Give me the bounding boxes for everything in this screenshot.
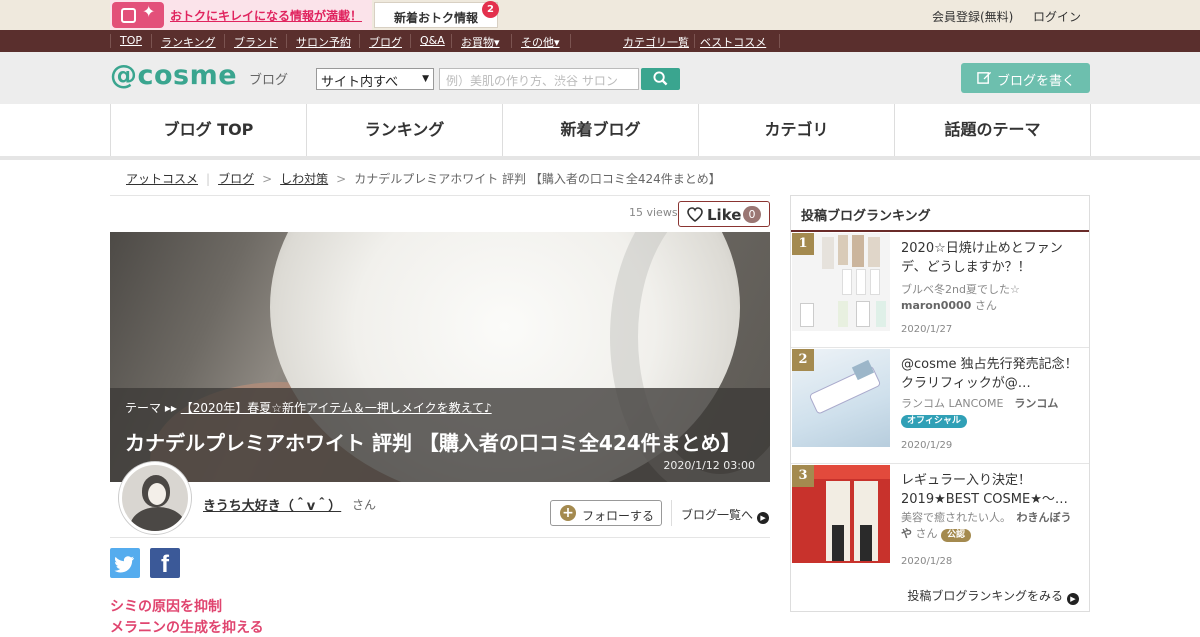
ranking-thumbnail[interactable]: 1: [792, 233, 890, 331]
ranking-thumbnail[interactable]: 3: [792, 465, 890, 563]
ranking-item[interactable]: 2 @cosme 独占先行発売記念！クラリフィックが@… ランコム LANCOM…: [791, 348, 1089, 464]
body-text: メラニンの生成を抑える: [110, 620, 264, 636]
blog-list-link[interactable]: ブログ一覧へ ▶: [681, 506, 770, 524]
global-nav: TOP ランキング ブランド サロン予約 ブログ Q&A お買物▾ その他▾ カ…: [0, 30, 1200, 52]
tab-new-blogs[interactable]: 新着ブログ: [503, 104, 699, 156]
follow-label: フォローする: [582, 509, 655, 523]
nav-category-list[interactable]: カテゴリ一覧: [623, 34, 689, 50]
logo-subtitle: ブログ: [249, 73, 289, 88]
ranking-item[interactable]: 3 レギュラー入り決定！2019★BEST COSME★～… 美容で癒されたい人…: [791, 464, 1089, 580]
official-badge: オフィシャル: [901, 415, 967, 428]
nav-other[interactable]: その他▾: [521, 34, 560, 50]
register-link[interactable]: 会員登録(無料): [932, 8, 1013, 25]
ranking-thumbnail[interactable]: 2: [792, 349, 890, 447]
breadcrumb-category[interactable]: しわ対策: [280, 172, 328, 186]
ranking-item-date: 2020/1/27: [901, 324, 953, 335]
tab-blog-top[interactable]: ブログ TOP: [111, 104, 307, 156]
notification-badge: 2: [482, 1, 499, 18]
promo-link[interactable]: おトクにキレイになる情報が満載！: [170, 7, 362, 24]
theme-label: テーマ: [125, 401, 162, 415]
ranking-item-author: 美容で癒されたい人。 わきんぼうや さん 公認: [901, 511, 1072, 542]
cosme-logo[interactable]: @cosme: [110, 62, 237, 89]
nav-salon[interactable]: サロン予約: [296, 34, 351, 50]
ranking-item[interactable]: 1 2020☆日焼け止めとファンデ、どうしますか？！ ブルベ冬2nd夏でした☆ …: [791, 232, 1089, 348]
divider: [110, 537, 770, 538]
ranking-item-author: ブルベ冬2nd夏でした☆ maron0000 さん: [901, 283, 1020, 312]
breadcrumb-home[interactable]: アットコスメ: [126, 172, 198, 186]
nav-shopping[interactable]: お買物▾: [461, 34, 500, 50]
twitter-icon: [114, 556, 134, 573]
rank-number: 1: [792, 233, 814, 255]
follow-button[interactable]: + フォローする: [550, 500, 662, 526]
twitter-share-button[interactable]: [110, 548, 140, 578]
divider: [110, 195, 770, 196]
nav-top[interactable]: TOP: [120, 34, 142, 47]
search-input[interactable]: 例）美肌の作り方、渋谷 サロン: [439, 68, 639, 90]
ranking-more-link[interactable]: 投稿ブログランキングをみる ▶: [907, 587, 1079, 605]
nav-qa[interactable]: Q&A: [420, 34, 445, 47]
article-hero-image: テーマ ▸▸ 【2020年】春夏☆新作アイテム＆一押しメイクを教えて♪ カナデル…: [110, 232, 770, 482]
nav-ranking[interactable]: ランキング: [161, 34, 216, 50]
nav-brand[interactable]: ブランド: [234, 34, 278, 50]
view-count: 15 views: [629, 206, 678, 219]
nav-blog[interactable]: ブログ: [369, 34, 402, 50]
ranking-more-label: 投稿ブログランキングをみる: [907, 589, 1063, 603]
like-count: 0: [743, 206, 761, 223]
author-suffix: さん: [352, 498, 377, 512]
pencil-icon: [977, 71, 992, 84]
blog-ranking-panel: 投稿ブログランキング 1 2020☆日焼け止めとファンデ、どうしますか？！ ブル…: [790, 195, 1090, 612]
write-blog-label: ブログを書く: [997, 74, 1076, 89]
theme-link[interactable]: 【2020年】春夏☆新作アイテム＆一押しメイクを教えて♪: [181, 401, 492, 415]
news-deals-label: 新着おトク情報: [394, 11, 479, 25]
chevron-down-icon: ▼: [422, 74, 429, 84]
tab-topics[interactable]: 話題のテーマ: [895, 104, 1091, 156]
ranking-item-date: 2020/1/28: [901, 556, 953, 567]
theme-line: テーマ ▸▸ 【2020年】春夏☆新作アイテム＆一押しメイクを教えて♪: [125, 399, 492, 416]
breadcrumb-current: カナデルプレミアホワイト 評判 【購入者の口コミ全424件まとめ】: [354, 172, 721, 186]
arrow-right-icon: ▶: [757, 512, 770, 524]
like-label: Like: [707, 206, 742, 224]
ranking-item-date: 2020/1/29: [901, 440, 953, 451]
article-title: カナデルプレミアホワイト 評判 【購入者の口コミ全424件まとめ】: [125, 431, 741, 455]
ranking-title: 投稿ブログランキング: [801, 209, 931, 224]
plus-icon: +: [560, 505, 576, 521]
arrow-right-icon: ▶: [1067, 593, 1079, 605]
blog-list-label: ブログ一覧へ: [681, 508, 754, 522]
facebook-icon: f: [161, 551, 169, 578]
ranking-item-title[interactable]: レギュラー入り決定！2019★BEST COSME★～…: [901, 471, 1081, 509]
news-deals-button[interactable]: 新着おトク情報: [374, 2, 498, 28]
double-arrow-icon: ▸▸: [164, 401, 177, 415]
nav-best-cosme[interactable]: ベストコスメ: [700, 34, 766, 50]
author-link[interactable]: maron0000: [901, 299, 971, 312]
heart-icon: [687, 207, 703, 222]
ranking-item-author: ランコム LANCOME ランコム オフィシャル: [901, 397, 1059, 428]
scope-value: サイト内すべ: [321, 75, 399, 90]
blog-nav: ブログ TOP ランキング 新着ブログ カテゴリ 話題のテーマ: [110, 104, 1091, 156]
certified-badge: 公認: [941, 529, 972, 542]
write-blog-button[interactable]: ブログを書く: [961, 63, 1090, 93]
breadcrumb-blog[interactable]: ブログ: [218, 172, 254, 186]
body-text: シミの原因を抑制: [110, 599, 222, 615]
gift-icon[interactable]: ✦: [112, 2, 164, 28]
author-link[interactable]: ランコム: [1014, 397, 1058, 410]
rank-number: 3: [792, 465, 814, 487]
search-scope-select[interactable]: サイト内すべ ▼: [316, 68, 434, 90]
facebook-share-button[interactable]: f: [150, 548, 180, 578]
breadcrumb: アットコスメ | ブログ > しわ対策 > カナデルプレミアホワイト 評判 【購入者の口コミ…: [126, 172, 721, 186]
tab-ranking[interactable]: ランキング: [307, 104, 503, 156]
rank-number: 2: [792, 349, 814, 371]
ranking-item-title[interactable]: 2020☆日焼け止めとファンデ、どうしますか？！: [901, 239, 1081, 277]
nav-divider: [0, 156, 1200, 160]
like-button[interactable]: Like 0: [678, 201, 770, 227]
article-date: 2020/1/12 03:00: [663, 459, 755, 472]
tab-category[interactable]: カテゴリ: [699, 104, 895, 156]
login-link[interactable]: ログイン: [1033, 8, 1081, 25]
ranking-item-title[interactable]: @cosme 独占先行発売記念！クラリフィックが@…: [901, 355, 1081, 393]
search-icon: [653, 71, 668, 86]
search-button[interactable]: [641, 68, 680, 90]
author-name[interactable]: きうち大好き（＾v＾）: [203, 495, 341, 514]
avatar[interactable]: [119, 462, 191, 534]
